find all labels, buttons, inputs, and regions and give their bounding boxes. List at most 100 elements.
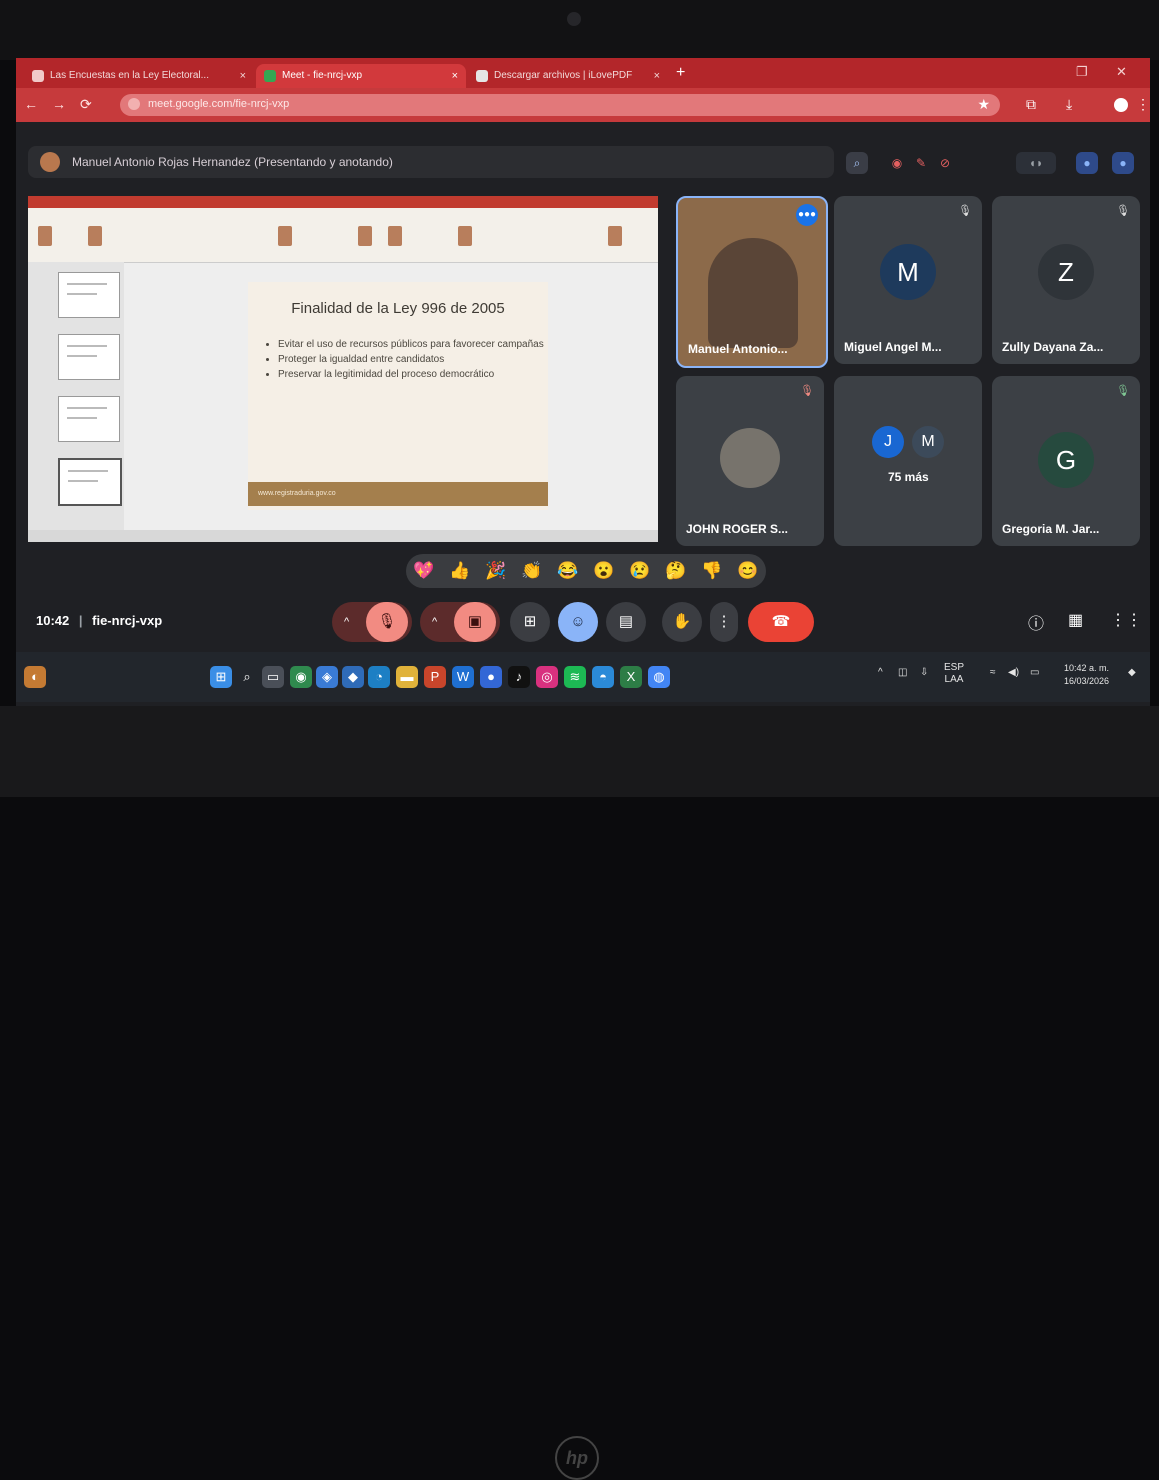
captions-button[interactable]: ▤ [606, 602, 646, 642]
tray-icon[interactable]: ⇩ [920, 667, 928, 678]
download-icon[interactable]: ⤓ [1066, 96, 1072, 113]
participant-tile[interactable]: 🎙 JOHN ROGER S... [676, 376, 824, 546]
reaction-clap[interactable]: 👏 [514, 554, 550, 588]
mic-off-icon[interactable]: 🎙 [366, 602, 408, 642]
extensions-icon[interactable]: ⧉ [1026, 96, 1036, 113]
meet-icon [264, 70, 276, 82]
editing-icon [458, 226, 472, 246]
word-icon[interactable]: W [452, 666, 474, 688]
participant-initial: Z [1038, 244, 1094, 300]
reaction-laugh[interactable]: 😂 [550, 554, 586, 588]
participant-name: Miguel Angel M... [844, 340, 942, 354]
chevron-up-icon[interactable]: ^ [432, 602, 437, 642]
app-icon[interactable]: ◈ [316, 666, 338, 688]
reaction-thinking[interactable]: 🤔 [658, 554, 694, 588]
camera-off-icon[interactable]: ▣ [454, 602, 496, 642]
app-icon[interactable]: ● [480, 666, 502, 688]
spotify-icon[interactable]: ≋ [564, 666, 586, 688]
reaction-surprised[interactable]: 😮 [586, 554, 622, 588]
widgets-icon[interactable]: ◐ [24, 666, 46, 688]
more-participants-tile[interactable]: J M 75 más [834, 376, 982, 546]
volume-icon[interactable]: ◀) [1008, 667, 1019, 678]
favicon-icon [476, 70, 488, 82]
slide-title: Finalidad de la Ley 996 de 2005 [291, 300, 505, 317]
reaction-thumbs-down[interactable]: 👎 [694, 554, 730, 588]
new-tab-button[interactable]: + [676, 64, 685, 82]
battery-icon[interactable]: ▭ [1030, 667, 1039, 678]
taskbar-clock[interactable]: 10:42 a. m. 16/03/2026 [1064, 662, 1109, 688]
participant-initial: G [1038, 432, 1094, 488]
chrome-icon[interactable]: ◍ [648, 666, 670, 688]
participant-tile[interactable]: 🎙 Z Zully Dayana Za... [992, 196, 1140, 364]
leave-call-button[interactable]: ☎ [748, 602, 814, 642]
app-icon[interactable]: ◉ [290, 666, 312, 688]
emoji-reactions-button[interactable]: ☺ [558, 602, 598, 642]
slide-footer: www.registraduria.gov.co [248, 482, 548, 506]
microphone-control[interactable]: ^ 🎙 [332, 602, 412, 642]
profile-avatar[interactable] [1114, 98, 1128, 112]
close-tab-icon[interactable]: × [452, 64, 458, 88]
reaction-sad[interactable]: 😢 [622, 554, 658, 588]
webcam [567, 12, 581, 26]
stop-annotate-icon[interactable]: ⊘ [934, 152, 956, 174]
chat-icon[interactable]: ▦ [1068, 610, 1083, 630]
camera-control[interactable]: ^ ▣ [420, 602, 500, 642]
tab-encuestas[interactable]: Las Encuestas en la Ley Electoral... × [24, 64, 254, 88]
meeting-details-icon[interactable]: ⓘ [1028, 610, 1044, 634]
powerpoint-status-bar [28, 530, 658, 542]
site-info-icon[interactable] [128, 98, 140, 110]
file-explorer-icon[interactable]: ▬ [396, 666, 418, 688]
reaction-heart[interactable]: 💖 [406, 554, 442, 588]
app-icon[interactable]: ◆ [342, 666, 364, 688]
more-options-button[interactable]: ⋮ [710, 602, 738, 642]
forward-icon[interactable]: → [52, 96, 66, 112]
raise-hand-button[interactable]: ✋ [662, 602, 702, 642]
presenter-text: Manuel Antonio Rojas Hernandez (Presenta… [72, 155, 393, 169]
close-tab-icon[interactable]: × [240, 64, 246, 88]
reaction-smile[interactable]: 😊 [730, 554, 766, 588]
bookmark-star-icon[interactable]: ★ [977, 96, 990, 113]
tab-meet[interactable]: Meet - fie-nrcj-vxp × [256, 64, 466, 88]
powerpoint-icon[interactable]: P [424, 666, 446, 688]
zoom-icon[interactable]: ⌕ [846, 152, 868, 174]
mic-off-icon: 🎙 [1116, 205, 1130, 217]
chevron-up-icon[interactable]: ^ [878, 667, 883, 678]
participant-initial: M [912, 426, 944, 458]
back-icon[interactable]: ← [24, 96, 38, 112]
input-language[interactable]: ESP LAA [944, 662, 964, 686]
address-bar[interactable]: meet.google.com/fie-nrcj-vxp ★ [120, 94, 1000, 116]
present-screen-button[interactable]: ⊞ [510, 602, 550, 642]
close-tab-icon[interactable]: × [654, 64, 660, 88]
participant-tile[interactable]: 🎙 G Gregoria M. Jar... [992, 376, 1140, 546]
activities-icon[interactable]: ⋮⋮ [1110, 610, 1142, 630]
participant-tile[interactable]: 🎙 M Miguel Angel M... [834, 196, 982, 364]
styles-icon [388, 226, 402, 246]
wifi-icon[interactable]: ≈ [990, 667, 996, 678]
slide-thumbnail-selected [58, 458, 122, 506]
tab-label: Las Encuestas en la Ley Electoral... [50, 70, 209, 81]
excel-icon[interactable]: X [620, 666, 642, 688]
search-icon[interactable]: ⌕ [236, 666, 258, 688]
participant-tile-video[interactable]: ●●● Manuel Antonio... [676, 196, 828, 368]
clock-time: 10:42 a. m. [1064, 663, 1110, 673]
edge-icon[interactable]: ◔ [368, 666, 390, 688]
restore-window-icon[interactable]: ❐ [1076, 64, 1088, 80]
task-view-icon[interactable]: ▭ [262, 666, 284, 688]
reaction-thumbs-up[interactable]: 👍 [442, 554, 478, 588]
start-icon[interactable]: ⊞ [210, 666, 232, 688]
menu-kebab-icon[interactable]: ⋮ [1136, 96, 1150, 113]
reaction-party[interactable]: 🎉 [478, 554, 514, 588]
notifications-icon[interactable]: ◆ [1128, 667, 1136, 678]
participant-initial: M [880, 244, 936, 300]
reload-icon[interactable]: ⟳ [80, 96, 92, 113]
instagram-icon[interactable]: ◎ [536, 666, 558, 688]
participant-name: Manuel Antonio... [688, 342, 788, 356]
tab-ilovepdf[interactable]: Descargar archivos | iLovePDF × [468, 64, 668, 88]
tiktok-icon[interactable]: ♪ [508, 666, 530, 688]
close-window-icon[interactable]: ✕ [1116, 64, 1127, 80]
app-icon[interactable]: ◓ [592, 666, 614, 688]
chevron-up-icon[interactable]: ^ [344, 602, 349, 642]
tray-icon[interactable]: ◫ [898, 667, 907, 678]
powerpoint-ribbon [28, 208, 658, 263]
annotate-icon[interactable]: ✎ [910, 152, 932, 174]
